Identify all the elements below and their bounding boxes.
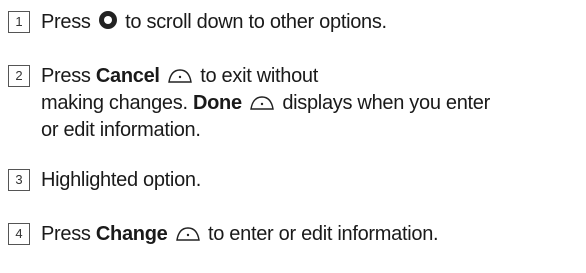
- instruction-line-2c: or edit information.: [41, 119, 201, 141]
- step-number-1: 1: [8, 11, 30, 33]
- change-label: Change: [95, 223, 168, 245]
- step-number-2: 2: [8, 65, 30, 87]
- instruction-line-2b: making changes. Done displays when you e…: [41, 91, 582, 118]
- done-label: Done: [192, 92, 242, 114]
- nav-key-icon: [98, 10, 118, 37]
- instruction-text-4: Press Change to enter or edit informatio…: [41, 222, 582, 249]
- instruction-item-4: 4 Press Change to enter or edit informat…: [8, 222, 582, 248]
- left-softkey-icon: [249, 93, 275, 118]
- step-number-3: 3: [8, 169, 30, 191]
- instruction-text-1: Press to scroll down to other options.: [41, 10, 582, 37]
- left-softkey-icon: [167, 66, 193, 91]
- instruction-text-2: Press Cancel to exit without making chan…: [41, 64, 582, 143]
- instruction-line-2a: Press Cancel to exit without: [41, 64, 582, 91]
- right-softkey-icon: [175, 224, 201, 249]
- instruction-text-3: Highlighted option.: [41, 169, 201, 191]
- instruction-item-1: 1 Press to scroll down to other options.: [8, 10, 582, 36]
- instruction-item-3: 3 Highlighted option.: [8, 168, 582, 194]
- cancel-label: Cancel: [95, 65, 160, 87]
- step-number-4: 4: [8, 223, 30, 245]
- instruction-item-2: 2 Press Cancel to exit without making ch…: [8, 64, 582, 144]
